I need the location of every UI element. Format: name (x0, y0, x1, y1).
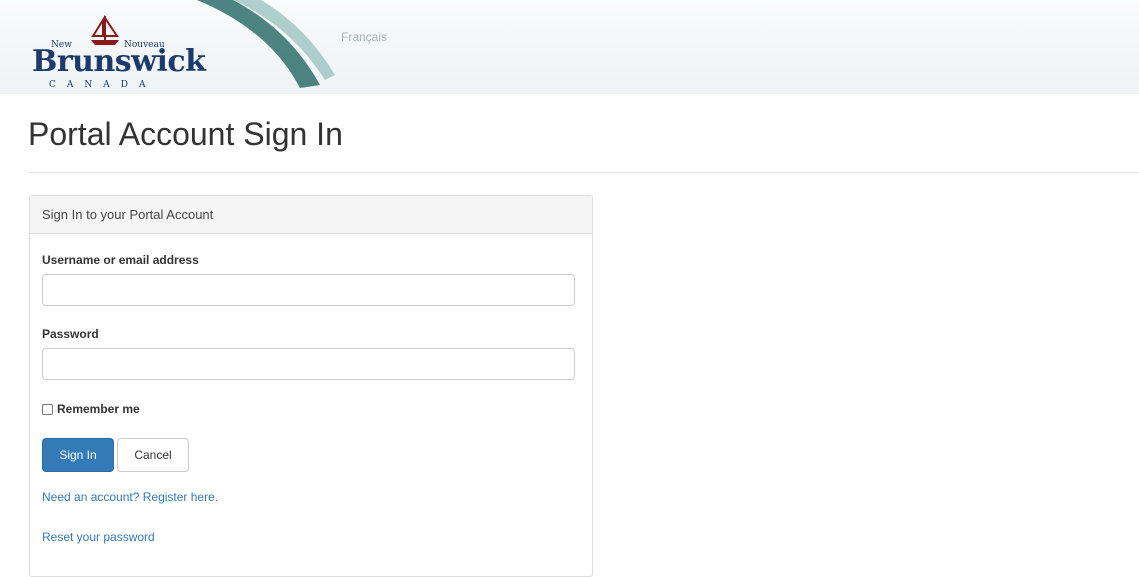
language-toggle-link[interactable]: Français (341, 30, 387, 44)
sign-in-panel: Sign In to your Portal Account Username … (29, 195, 593, 577)
register-link[interactable]: Need an account? Register here. (42, 490, 218, 504)
title-divider (28, 172, 1139, 173)
reset-password-link[interactable]: Reset your password (42, 530, 155, 544)
logo-text-canada: CANADA (49, 80, 157, 90)
site-header: New Nouveau Brunswick CANADA Français (0, 0, 1139, 94)
page-title: Portal Account Sign In (28, 116, 343, 152)
sign-in-button[interactable]: Sign In (42, 438, 114, 472)
username-input[interactable] (42, 274, 575, 306)
username-label: Username or email address (42, 253, 199, 267)
ship-emblem-icon (91, 14, 119, 45)
remember-me-row[interactable]: Remember me (42, 402, 140, 416)
remember-me-checkbox[interactable] (42, 403, 53, 415)
logo-text-brunswick: Brunswick (32, 44, 206, 79)
password-input[interactable] (42, 348, 575, 380)
new-brunswick-logo[interactable]: New Nouveau Brunswick CANADA (29, 14, 206, 94)
password-label: Password (42, 327, 99, 341)
panel-heading: Sign In to your Portal Account (30, 196, 592, 234)
remember-me-label[interactable]: Remember me (57, 402, 140, 416)
cancel-button[interactable]: Cancel (117, 438, 189, 472)
